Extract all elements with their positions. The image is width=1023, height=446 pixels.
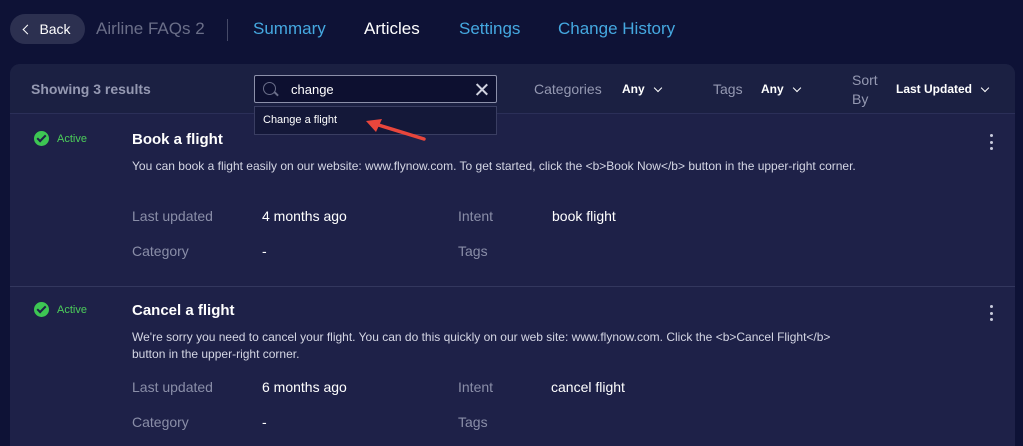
article-row[interactable]: Active Cancel a flight We're sorry you n… <box>10 286 1015 446</box>
categories-label: Categories <box>534 81 602 97</box>
article-row[interactable]: Active Book a flight You can book a flig… <box>10 116 1015 288</box>
annotation-arrow-icon <box>366 119 426 141</box>
chevron-down-icon <box>653 83 662 92</box>
more-options-icon[interactable] <box>990 305 994 321</box>
tags-dropdown[interactable]: Any <box>761 82 801 96</box>
status-label: Active <box>57 132 87 145</box>
article-description: We're sorry you need to cancel your flig… <box>132 330 831 361</box>
back-button-label: Back <box>39 21 71 37</box>
category-value: - <box>262 243 267 259</box>
intent-label: Intent <box>458 379 494 395</box>
check-circle-icon <box>34 302 49 317</box>
last-updated-value: 4 months ago <box>262 208 347 224</box>
tab-summary[interactable]: Summary <box>253 19 326 39</box>
intent-value: cancel flight <box>551 379 625 395</box>
tab-change-history[interactable]: Change History <box>558 19 675 39</box>
suggestion-item[interactable]: Change a flight <box>263 114 337 126</box>
search-input[interactable] <box>291 80 461 98</box>
intent-label: Intent <box>458 208 494 224</box>
back-button[interactable]: Back <box>10 14 85 44</box>
chevron-left-icon <box>22 24 33 35</box>
tab-articles[interactable]: Articles <box>364 19 420 39</box>
status-label: Active <box>57 303 87 316</box>
category-label: Category <box>132 414 189 430</box>
app-title: Airline FAQs 2 <box>96 19 205 38</box>
sortby-value: Last Updated <box>896 82 973 96</box>
nav-divider <box>227 19 228 41</box>
categories-value: Any <box>622 82 645 96</box>
sortby-label-line2: By <box>852 91 869 107</box>
tags-meta-label: Tags <box>458 414 488 430</box>
check-circle-icon <box>34 131 49 146</box>
categories-dropdown[interactable]: Any <box>622 82 662 96</box>
articles-toolbar: Showing 3 results Categories Any Tags An… <box>10 64 1015 114</box>
tags-meta-label: Tags <box>458 243 488 259</box>
tab-settings[interactable]: Settings <box>459 19 520 39</box>
chevron-down-icon <box>980 83 990 92</box>
sortby-label-line1: Sort <box>852 72 878 88</box>
clear-search-icon[interactable] <box>476 83 488 95</box>
tags-label: Tags <box>713 81 743 97</box>
category-label: Category <box>132 243 189 259</box>
last-updated-label: Last updated <box>132 208 213 224</box>
articles-panel: Showing 3 results Categories Any Tags An… <box>10 64 1015 446</box>
chevron-down-icon <box>792 83 801 92</box>
last-updated-label: Last updated <box>132 379 213 395</box>
status-badge: Active <box>34 131 87 146</box>
article-description: You can book a flight easily on our webs… <box>132 159 856 173</box>
last-updated-value: 6 months ago <box>262 379 347 395</box>
intent-value: book flight <box>552 208 616 224</box>
top-navigation: Back Airline FAQs 2 Summary Articles Set… <box>0 0 1023 60</box>
status-badge: Active <box>34 302 87 317</box>
category-value: - <box>262 414 267 430</box>
results-count: Showing 3 results <box>31 81 151 97</box>
more-options-icon[interactable] <box>990 134 994 150</box>
sortby-label: Sort By <box>852 71 878 109</box>
sortby-dropdown[interactable]: Last Updated <box>896 82 990 96</box>
article-title[interactable]: Cancel a flight <box>132 302 235 319</box>
tags-value: Any <box>761 82 784 96</box>
search-box[interactable] <box>254 75 497 103</box>
search-icon <box>263 82 276 95</box>
article-title[interactable]: Book a flight <box>132 131 223 148</box>
